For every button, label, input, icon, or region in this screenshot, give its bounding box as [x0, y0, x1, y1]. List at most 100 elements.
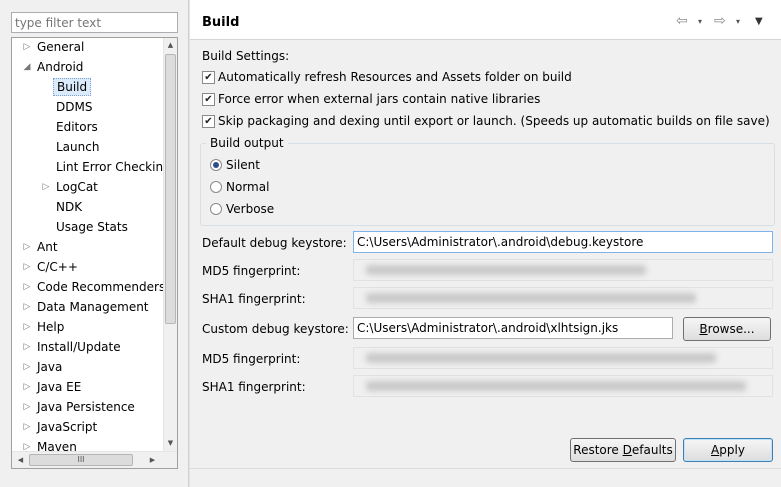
tree-horizontal-scroll-thumb[interactable]: III — [29, 454, 133, 466]
default-sha1-label: SHA1 fingerprint: — [202, 292, 306, 306]
scroll-left-icon[interactable]: ◀ — [14, 453, 27, 467]
tree-item-label: NDK — [56, 200, 83, 214]
tree-item-logcat[interactable]: ▷ LogCat — [12, 178, 164, 196]
tree-item-java[interactable]: ▷ Java — [12, 358, 164, 376]
tree-item-label: Code Recommenders — [37, 280, 166, 294]
filter-input[interactable] — [11, 12, 178, 33]
tree-item-label: Install/Update — [37, 340, 121, 354]
back-arrow-icon[interactable]: ⇦ — [676, 13, 688, 29]
tree-collapsed-icon[interactable]: ▷ — [22, 318, 32, 336]
tree-item-c-c[interactable]: ▷ C/C++ — [12, 258, 164, 276]
tree-collapsed-icon[interactable]: ▷ — [22, 38, 32, 56]
tree-item-launch[interactable]: Launch — [12, 138, 164, 156]
tree-collapsed-icon[interactable]: ▷ — [22, 418, 32, 436]
radio-selected-icon[interactable] — [210, 159, 222, 171]
restore-post: efaults — [631, 443, 673, 457]
tree-item-label: Launch — [56, 140, 100, 154]
tree-item-label: General — [37, 40, 85, 54]
tree-item-install-update[interactable]: ▷ Install/Update — [12, 338, 164, 356]
browse-button[interactable]: Browse... — [683, 317, 771, 341]
forward-history-dropdown-icon[interactable]: ▾ — [736, 16, 740, 28]
tree-expanded-icon[interactable]: ◢ — [22, 58, 32, 76]
default-sha1-value — [353, 287, 773, 309]
page-title: Build — [202, 15, 240, 30]
radio-unselected-icon[interactable] — [210, 181, 222, 193]
tree-item-label: JavaScript — [37, 420, 98, 434]
radio-silent-label: Silent — [226, 158, 260, 172]
forward-arrow-icon[interactable]: ⇨ — [714, 13, 726, 29]
grip-icon: III — [77, 455, 85, 464]
tree-item-data-management[interactable]: ▷ Data Management — [12, 298, 164, 316]
tree-item-usage-stats[interactable]: Usage Stats — [12, 218, 164, 236]
page-header: Build ⇦ ▾ ⇨ ▾ ▼ — [190, 0, 781, 40]
tree-item-label: Lint Error Checking — [56, 160, 171, 174]
tree-collapsed-icon[interactable]: ▷ — [22, 378, 32, 396]
tree-item-label: Usage Stats — [56, 220, 128, 234]
tree-horizontal-scrollbar[interactable]: ◀ III ▶ — [12, 451, 177, 468]
tree-vertical-scroll-thumb[interactable] — [165, 54, 176, 324]
checkbox-checked-icon[interactable]: ✔ — [202, 71, 215, 84]
tree-collapsed-icon[interactable]: ▷ — [22, 358, 32, 376]
tree-item-lint-error-checking[interactable]: Lint Error Checking — [12, 158, 171, 176]
tree-item-label: Android — [37, 60, 84, 74]
tree-collapsed-icon[interactable]: ▷ — [22, 338, 32, 356]
checkbox-checked-icon[interactable]: ✔ — [202, 115, 215, 128]
tree-item-android[interactable]: ◢ Android — [12, 58, 164, 76]
default-keystore-field[interactable]: C:\Users\Administrator\.android\debug.ke… — [353, 231, 773, 253]
tree-item-javascript[interactable]: ▷ JavaScript — [12, 418, 164, 436]
force-error-label: Force error when external jars contain n… — [218, 92, 541, 106]
build-output-title: Build output — [206, 135, 288, 151]
apply-post: pply — [719, 443, 745, 457]
tree-collapsed-icon[interactable]: ▷ — [22, 278, 32, 296]
tree-item-label: Java — [37, 360, 63, 374]
tree-item-java-ee[interactable]: ▷ Java EE — [12, 378, 164, 396]
tree-collapsed-icon[interactable]: ▷ — [22, 238, 32, 256]
custom-sha1-value — [353, 375, 773, 397]
tree-item-label: Data Management — [37, 300, 149, 314]
preferences-tree: ▷ General ◢ Android Build DDMS Editors Launch Li… — [11, 37, 178, 469]
tree-item-build[interactable]: Build — [12, 78, 164, 96]
tree-item-ndk[interactable]: NDK — [12, 198, 164, 216]
scroll-up-icon[interactable]: ▲ — [164, 38, 177, 52]
bottom-bar — [190, 468, 781, 487]
view-menu-icon[interactable]: ▼ — [755, 16, 763, 28]
default-md5-label: MD5 fingerprint: — [202, 264, 301, 278]
tree-item-label: Ant — [37, 240, 58, 254]
restore-defaults-button[interactable]: Restore Defaults — [570, 438, 676, 462]
radio-verbose-label: Verbose — [226, 202, 275, 216]
tree-item-general[interactable]: ▷ General — [12, 38, 164, 56]
radio-unselected-icon[interactable] — [210, 203, 222, 215]
scroll-right-icon[interactable]: ▶ — [146, 453, 159, 467]
tree-item-help[interactable]: ▷ Help — [12, 318, 164, 336]
tree-item-label: Java EE — [37, 380, 82, 394]
build-preference-page: Build ⇦ ▾ ⇨ ▾ ▼ Build Settings: ✔ Automa… — [190, 0, 781, 487]
tree-item-java-persistence[interactable]: ▷ Java Persistence — [12, 398, 164, 416]
default-md5-value — [353, 259, 773, 281]
tree-collapsed-icon[interactable]: ▷ — [41, 178, 51, 196]
tree-item-ddms[interactable]: DDMS — [12, 98, 164, 116]
custom-md5-value — [353, 347, 773, 369]
tree-item-code-recommenders[interactable]: ▷ Code Recommenders — [12, 278, 166, 296]
custom-keystore-label: Custom debug keystore: — [202, 322, 349, 336]
auto-refresh-label: Automatically refresh Resources and Asse… — [218, 70, 572, 84]
build-output-group — [200, 143, 775, 226]
tree-collapsed-icon[interactable]: ▷ — [22, 398, 32, 416]
tree-item-editors[interactable]: Editors — [12, 118, 164, 136]
tree-item-label: C/C++ — [37, 260, 78, 274]
custom-md5-label: MD5 fingerprint: — [202, 352, 301, 366]
tree-vertical-scrollbar[interactable]: ▲ ▼ — [163, 38, 177, 451]
custom-keystore-field[interactable]: C:\Users\Administrator\.android\xlhtsign… — [353, 317, 673, 339]
custom-sha1-label: SHA1 fingerprint: — [202, 380, 306, 394]
browse-mnemonic: B — [699, 322, 708, 336]
apply-button[interactable]: Apply — [683, 438, 773, 462]
radio-normal-label: Normal — [226, 180, 270, 194]
tree-item-label: Help — [37, 320, 65, 334]
preferences-tree-pane: ▷ General ◢ Android Build DDMS Editors Launch Li… — [0, 0, 189, 487]
tree-collapsed-icon[interactable]: ▷ — [22, 258, 32, 276]
restore-mnemonic: D — [622, 443, 632, 457]
scroll-down-icon[interactable]: ▼ — [164, 436, 177, 450]
tree-item-ant[interactable]: ▷ Ant — [12, 238, 164, 256]
back-history-dropdown-icon[interactable]: ▾ — [698, 16, 702, 28]
checkbox-checked-icon[interactable]: ✔ — [202, 93, 215, 106]
tree-collapsed-icon[interactable]: ▷ — [22, 298, 32, 316]
